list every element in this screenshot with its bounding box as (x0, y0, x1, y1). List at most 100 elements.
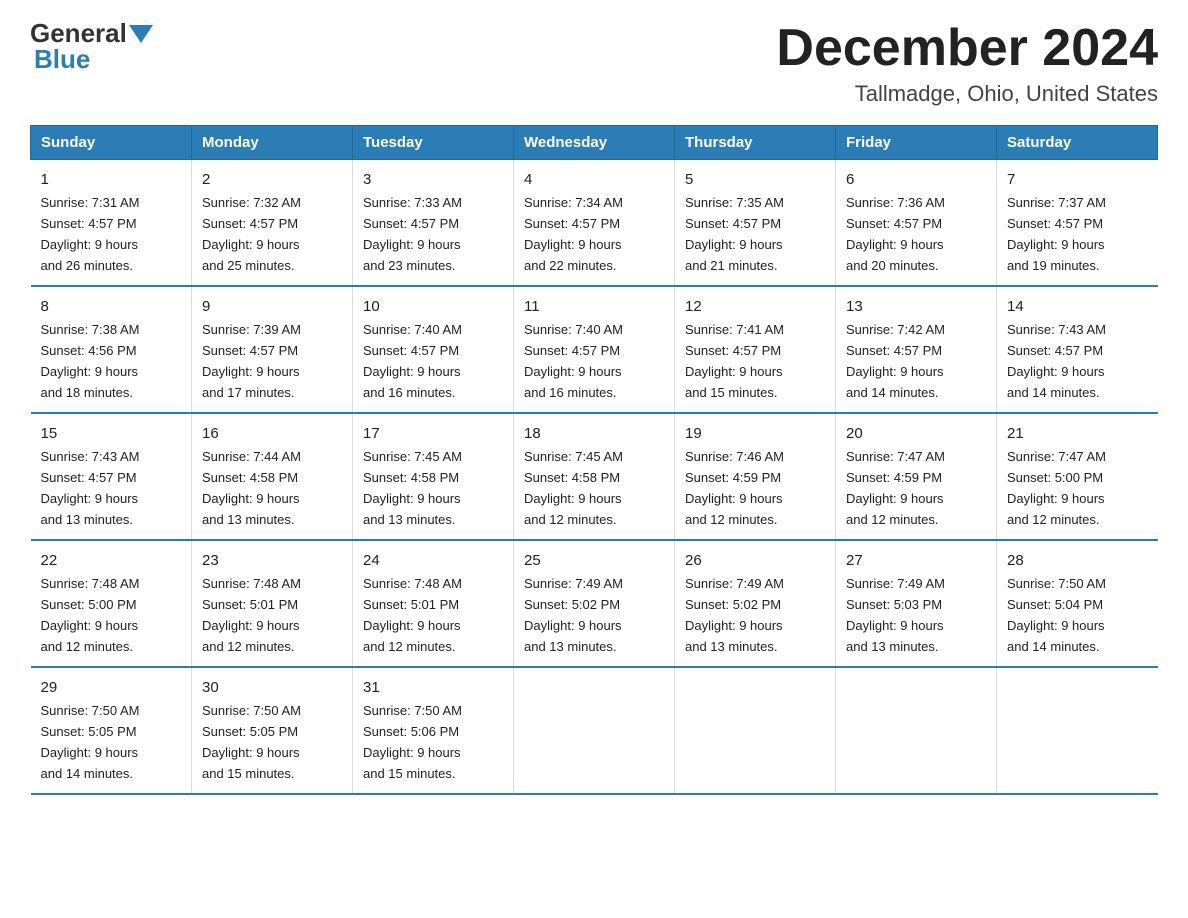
calendar-day-cell: 26 Sunrise: 7:49 AMSunset: 5:02 PMDayligh… (675, 540, 836, 667)
calendar-day-cell: 29 Sunrise: 7:50 AMSunset: 5:05 PMDayligh… (31, 667, 192, 794)
day-info: Sunrise: 7:46 AMSunset: 4:59 PMDaylight:… (685, 449, 784, 527)
calendar-day-cell: 18 Sunrise: 7:45 AMSunset: 4:58 PMDayligh… (514, 413, 675, 540)
day-number: 21 (1007, 422, 1148, 445)
day-number: 1 (41, 168, 182, 191)
day-info: Sunrise: 7:31 AMSunset: 4:57 PMDaylight:… (41, 195, 140, 273)
day-number: 22 (41, 549, 182, 572)
day-info: Sunrise: 7:40 AMSunset: 4:57 PMDaylight:… (363, 322, 462, 400)
day-number: 18 (524, 422, 664, 445)
day-info: Sunrise: 7:47 AMSunset: 5:00 PMDaylight:… (1007, 449, 1106, 527)
header-thursday: Thursday (675, 126, 836, 160)
day-info: Sunrise: 7:50 AMSunset: 5:05 PMDaylight:… (202, 703, 301, 781)
day-info: Sunrise: 7:37 AMSunset: 4:57 PMDaylight:… (1007, 195, 1106, 273)
calendar-day-cell: 6 Sunrise: 7:36 AMSunset: 4:57 PMDaylight… (836, 160, 997, 286)
calendar-day-cell: 3 Sunrise: 7:33 AMSunset: 4:57 PMDaylight… (353, 160, 514, 286)
calendar-day-cell: 13Sunrise: 7:42 AMSunset: 4:57 PMDayligh… (836, 286, 997, 413)
header-saturday: Saturday (997, 126, 1158, 160)
calendar-day-cell (836, 667, 997, 794)
day-number: 26 (685, 549, 825, 572)
day-number: 19 (685, 422, 825, 445)
header-tuesday: Tuesday (353, 126, 514, 160)
calendar-day-cell: 10Sunrise: 7:40 AMSunset: 4:57 PMDayligh… (353, 286, 514, 413)
day-info: Sunrise: 7:50 AMSunset: 5:06 PMDaylight:… (363, 703, 462, 781)
calendar-day-cell: 31 Sunrise: 7:50 AMSunset: 5:06 PMDayligh… (353, 667, 514, 794)
calendar-day-cell: 5 Sunrise: 7:35 AMSunset: 4:57 PMDaylight… (675, 160, 836, 286)
day-number: 7 (1007, 168, 1148, 191)
calendar-day-cell: 1 Sunrise: 7:31 AMSunset: 4:57 PMDaylight… (31, 160, 192, 286)
calendar-day-cell: 8Sunrise: 7:38 AMSunset: 4:56 PMDaylight… (31, 286, 192, 413)
day-number: 24 (363, 549, 503, 572)
weekday-header-row: Sunday Monday Tuesday Wednesday Thursday… (31, 126, 1158, 160)
day-number: 27 (846, 549, 986, 572)
day-info: Sunrise: 7:35 AMSunset: 4:57 PMDaylight:… (685, 195, 784, 273)
calendar-day-cell: 22 Sunrise: 7:48 AMSunset: 5:00 PMDayligh… (31, 540, 192, 667)
header-monday: Monday (192, 126, 353, 160)
calendar-day-cell: 17 Sunrise: 7:45 AMSunset: 4:58 PMDayligh… (353, 413, 514, 540)
day-number: 25 (524, 549, 664, 572)
day-info: Sunrise: 7:47 AMSunset: 4:59 PMDaylight:… (846, 449, 945, 527)
calendar-day-cell: 15Sunrise: 7:43 AMSunset: 4:57 PMDayligh… (31, 413, 192, 540)
calendar-day-cell: 2Sunrise: 7:32 AMSunset: 4:57 PMDaylight… (192, 160, 353, 286)
day-info: Sunrise: 7:50 AMSunset: 5:04 PMDaylight:… (1007, 576, 1106, 654)
day-info: Sunrise: 7:48 AMSunset: 5:01 PMDaylight:… (202, 576, 301, 654)
day-number: 30 (202, 676, 342, 699)
day-info: Sunrise: 7:36 AMSunset: 4:57 PMDaylight:… (846, 195, 945, 273)
calendar-day-cell: 23 Sunrise: 7:48 AMSunset: 5:01 PMDayligh… (192, 540, 353, 667)
day-info: Sunrise: 7:49 AMSunset: 5:03 PMDaylight:… (846, 576, 945, 654)
calendar-day-cell: 16Sunrise: 7:44 AMSunset: 4:58 PMDayligh… (192, 413, 353, 540)
calendar-week-row: 1 Sunrise: 7:31 AMSunset: 4:57 PMDaylight… (31, 160, 1158, 286)
day-info: Sunrise: 7:49 AMSunset: 5:02 PMDaylight:… (524, 576, 623, 654)
calendar-header: Sunday Monday Tuesday Wednesday Thursday… (31, 126, 1158, 160)
day-number: 11 (524, 295, 664, 318)
day-info: Sunrise: 7:32 AMSunset: 4:57 PMDaylight:… (202, 195, 301, 273)
day-info: Sunrise: 7:44 AMSunset: 4:58 PMDaylight:… (202, 449, 301, 527)
calendar-day-cell: 27 Sunrise: 7:49 AMSunset: 5:03 PMDayligh… (836, 540, 997, 667)
header-friday: Friday (836, 126, 997, 160)
day-number: 29 (41, 676, 182, 699)
day-number: 20 (846, 422, 986, 445)
day-number: 31 (363, 676, 503, 699)
calendar-day-cell (675, 667, 836, 794)
page-header: General Blue December 2024 Tallmadge, Oh… (30, 20, 1158, 107)
header-sunday: Sunday (31, 126, 192, 160)
calendar-subtitle: Tallmadge, Ohio, United States (776, 81, 1158, 107)
header-wednesday: Wednesday (514, 126, 675, 160)
calendar-day-cell: 12Sunrise: 7:41 AMSunset: 4:57 PMDayligh… (675, 286, 836, 413)
calendar-day-cell: 28 Sunrise: 7:50 AMSunset: 5:04 PMDayligh… (997, 540, 1158, 667)
day-info: Sunrise: 7:33 AMSunset: 4:57 PMDaylight:… (363, 195, 462, 273)
day-number: 6 (846, 168, 986, 191)
day-number: 17 (363, 422, 503, 445)
day-info: Sunrise: 7:43 AMSunset: 4:57 PMDaylight:… (1007, 322, 1106, 400)
calendar-day-cell: 21 Sunrise: 7:47 AMSunset: 5:00 PMDayligh… (997, 413, 1158, 540)
logo-general: General (30, 20, 127, 46)
day-info: Sunrise: 7:41 AMSunset: 4:57 PMDaylight:… (685, 322, 784, 400)
day-number: 9 (202, 295, 342, 318)
day-info: Sunrise: 7:49 AMSunset: 5:02 PMDaylight:… (685, 576, 784, 654)
calendar-week-row: 8Sunrise: 7:38 AMSunset: 4:56 PMDaylight… (31, 286, 1158, 413)
calendar-day-cell: 30 Sunrise: 7:50 AMSunset: 5:05 PMDayligh… (192, 667, 353, 794)
calendar-day-cell: 7 Sunrise: 7:37 AMSunset: 4:57 PMDaylight… (997, 160, 1158, 286)
day-info: Sunrise: 7:40 AMSunset: 4:57 PMDaylight:… (524, 322, 623, 400)
day-number: 15 (41, 422, 182, 445)
day-number: 5 (685, 168, 825, 191)
day-number: 4 (524, 168, 664, 191)
logo: General Blue (30, 20, 153, 75)
day-number: 14 (1007, 295, 1148, 318)
day-info: Sunrise: 7:48 AMSunset: 5:00 PMDaylight:… (41, 576, 140, 654)
day-info: Sunrise: 7:39 AMSunset: 4:57 PMDaylight:… (202, 322, 301, 400)
calendar-day-cell: 4Sunrise: 7:34 AMSunset: 4:57 PMDaylight… (514, 160, 675, 286)
day-info: Sunrise: 7:45 AMSunset: 4:58 PMDaylight:… (363, 449, 462, 527)
calendar-day-cell: 14 Sunrise: 7:43 AMSunset: 4:57 PMDayligh… (997, 286, 1158, 413)
calendar-title: December 2024 (776, 20, 1158, 77)
calendar-week-row: 29 Sunrise: 7:50 AMSunset: 5:05 PMDayligh… (31, 667, 1158, 794)
day-info: Sunrise: 7:38 AMSunset: 4:56 PMDaylight:… (41, 322, 140, 400)
day-info: Sunrise: 7:50 AMSunset: 5:05 PMDaylight:… (41, 703, 140, 781)
calendar-day-cell: 20 Sunrise: 7:47 AMSunset: 4:59 PMDayligh… (836, 413, 997, 540)
day-number: 3 (363, 168, 503, 191)
day-number: 23 (202, 549, 342, 572)
calendar-week-row: 15Sunrise: 7:43 AMSunset: 4:57 PMDayligh… (31, 413, 1158, 540)
day-info: Sunrise: 7:45 AMSunset: 4:58 PMDaylight:… (524, 449, 623, 527)
day-number: 28 (1007, 549, 1148, 572)
title-block: December 2024 Tallmadge, Ohio, United St… (776, 20, 1158, 107)
calendar-day-cell: 11 Sunrise: 7:40 AMSunset: 4:57 PMDayligh… (514, 286, 675, 413)
